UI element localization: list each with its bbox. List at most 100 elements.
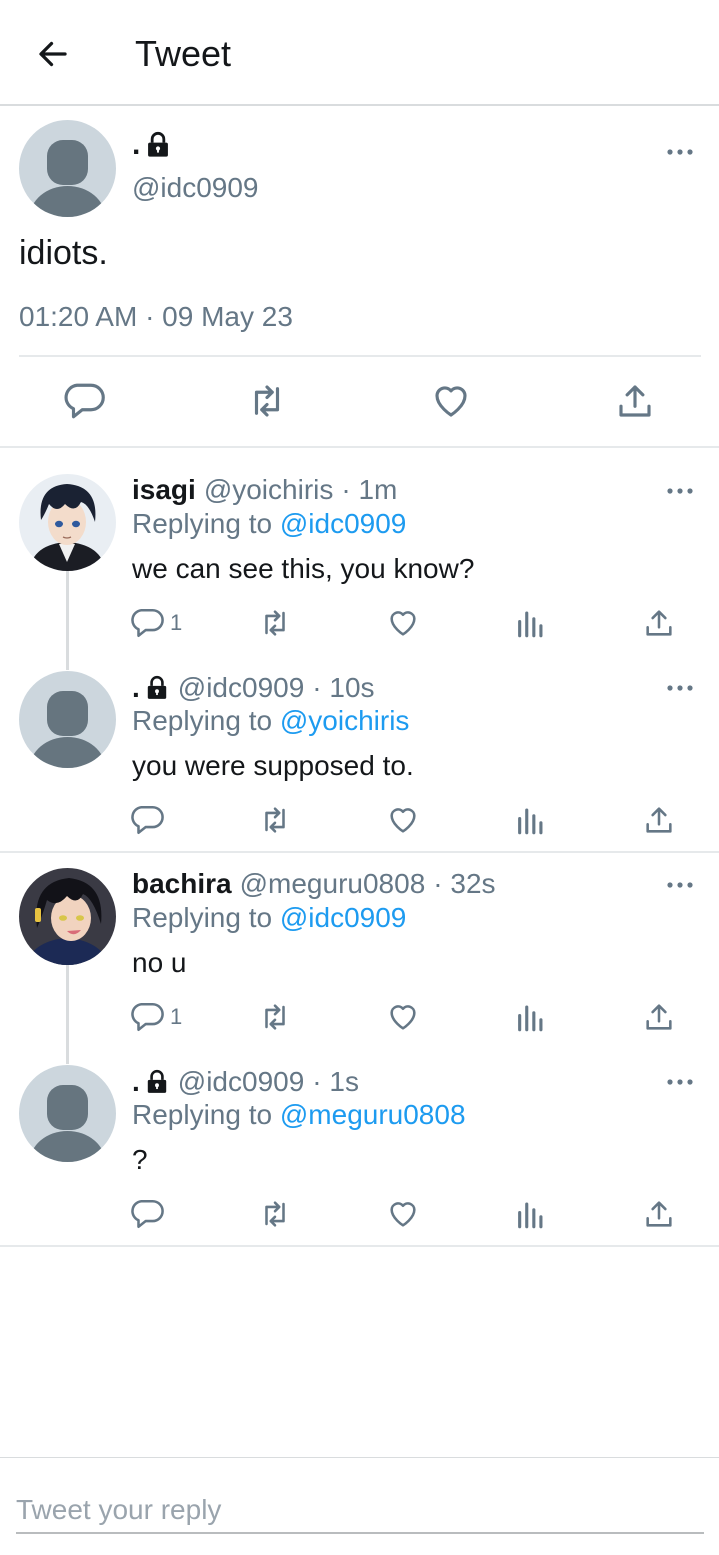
like-icon	[386, 1000, 420, 1034]
like-icon	[430, 380, 472, 422]
more-options-button[interactable]	[665, 481, 695, 501]
like-button[interactable]	[386, 1197, 420, 1231]
lock-icon	[144, 675, 170, 701]
analytics-button[interactable]	[514, 1000, 548, 1034]
reply-input[interactable]	[16, 1488, 704, 1534]
avatar[interactable]	[19, 120, 116, 217]
divider	[19, 355, 701, 357]
display-name[interactable]: isagi	[132, 474, 196, 506]
reply-button[interactable]: 1	[130, 606, 182, 640]
default-avatar-icon	[19, 120, 116, 217]
reply-time: · 10s	[312, 672, 375, 703]
more-options-button[interactable]	[665, 875, 695, 895]
reply-icon	[130, 803, 164, 837]
retweet-button[interactable]	[258, 803, 292, 837]
reply-text: ?	[132, 1144, 148, 1175]
tweet-text: idiots.	[19, 234, 108, 272]
mention-link[interactable]: @idc0909	[280, 508, 407, 539]
reply-header: bachira @meguru0808 · 32s	[132, 868, 496, 900]
more-options-button[interactable]	[665, 678, 695, 698]
like-button[interactable]	[430, 380, 472, 422]
reply-composer	[0, 1457, 719, 1555]
reply-button[interactable]	[130, 1197, 164, 1231]
share-icon	[642, 1000, 676, 1034]
share-button[interactable]	[642, 1000, 676, 1034]
more-icon	[665, 147, 695, 157]
replying-to: Replying to @yoichiris	[132, 705, 409, 737]
thread-line	[66, 570, 69, 670]
display-name[interactable]: .	[132, 672, 140, 704]
like-icon	[386, 1197, 420, 1231]
retweet-button[interactable]	[258, 1197, 292, 1231]
share-button[interactable]	[614, 380, 656, 422]
reply-header: isagi @yoichiris · 1m	[132, 474, 397, 506]
reply-icon	[130, 606, 164, 640]
more-icon	[665, 1077, 695, 1087]
replying-label: Replying to	[132, 902, 280, 933]
retweet-button[interactable]	[258, 606, 292, 640]
retweet-icon	[258, 803, 292, 837]
retweet-icon	[258, 606, 292, 640]
analytics-icon	[514, 606, 548, 640]
tweet-timestamp: 01:20 AM · 09 May 23	[19, 301, 293, 332]
retweet-icon	[258, 1197, 292, 1231]
more-icon	[665, 880, 695, 890]
like-button[interactable]	[386, 803, 420, 837]
divider	[0, 1245, 719, 1247]
page-title: Tweet	[135, 33, 232, 74]
back-button[interactable]	[33, 34, 73, 74]
more-options-button[interactable]	[665, 1072, 695, 1092]
user-handle[interactable]: @idc0909	[178, 672, 305, 704]
reply-header: . @idc0909 · 10s	[132, 672, 375, 704]
retweet-icon	[246, 380, 288, 422]
analytics-button[interactable]	[514, 803, 548, 837]
share-button[interactable]	[642, 803, 676, 837]
default-avatar-icon	[19, 1065, 116, 1162]
reply-count: 1	[170, 1004, 183, 1029]
reply-button[interactable]	[130, 803, 164, 837]
reply-time: · 1m	[341, 474, 398, 505]
author-handle[interactable]: @idc0909	[132, 172, 259, 204]
display-name[interactable]: .	[132, 1066, 140, 1098]
reply-button[interactable]	[63, 380, 105, 422]
lock-icon	[144, 1069, 170, 1095]
avatar[interactable]	[19, 474, 116, 571]
user-handle[interactable]: @yoichiris	[204, 474, 334, 506]
replying-to: Replying to @meguru0808	[132, 1099, 466, 1131]
like-button[interactable]	[386, 606, 420, 640]
retweet-button[interactable]	[246, 380, 288, 422]
share-button[interactable]	[642, 1197, 676, 1231]
retweet-button[interactable]	[258, 1000, 292, 1034]
mention-link[interactable]: @idc0909	[280, 902, 407, 933]
replying-label: Replying to	[132, 1099, 280, 1130]
analytics-icon	[514, 1197, 548, 1231]
more-options-button[interactable]	[665, 142, 695, 162]
mention-link[interactable]: @meguru0808	[280, 1099, 466, 1130]
reply-text: no u	[132, 947, 187, 978]
reply-button[interactable]: 1	[130, 1000, 182, 1034]
reply-header: . @idc0909 · 1s	[132, 1066, 359, 1098]
share-button[interactable]	[642, 606, 676, 640]
share-icon	[614, 380, 656, 422]
avatar[interactable]	[19, 868, 116, 965]
author-name[interactable]: .	[132, 128, 172, 162]
reply-time: · 1s	[312, 1066, 359, 1097]
share-icon	[642, 803, 676, 837]
user-handle[interactable]: @meguru0808	[240, 868, 426, 900]
user-avatar-image	[19, 868, 116, 965]
mention-link[interactable]: @yoichiris	[280, 705, 410, 736]
user-handle[interactable]: @idc0909	[178, 1066, 305, 1098]
lock-icon	[144, 131, 172, 159]
divider	[0, 851, 719, 853]
display-name: .	[132, 128, 141, 161]
reply-icon	[130, 1000, 164, 1034]
avatar[interactable]	[19, 671, 116, 768]
display-name[interactable]: bachira	[132, 868, 232, 900]
like-button[interactable]	[386, 1000, 420, 1034]
analytics-button[interactable]	[514, 1197, 548, 1231]
analytics-button[interactable]	[514, 606, 548, 640]
avatar[interactable]	[19, 1065, 116, 1162]
replying-label: Replying to	[132, 705, 280, 736]
more-icon	[665, 486, 695, 496]
reply-time: · 32s	[433, 868, 496, 899]
